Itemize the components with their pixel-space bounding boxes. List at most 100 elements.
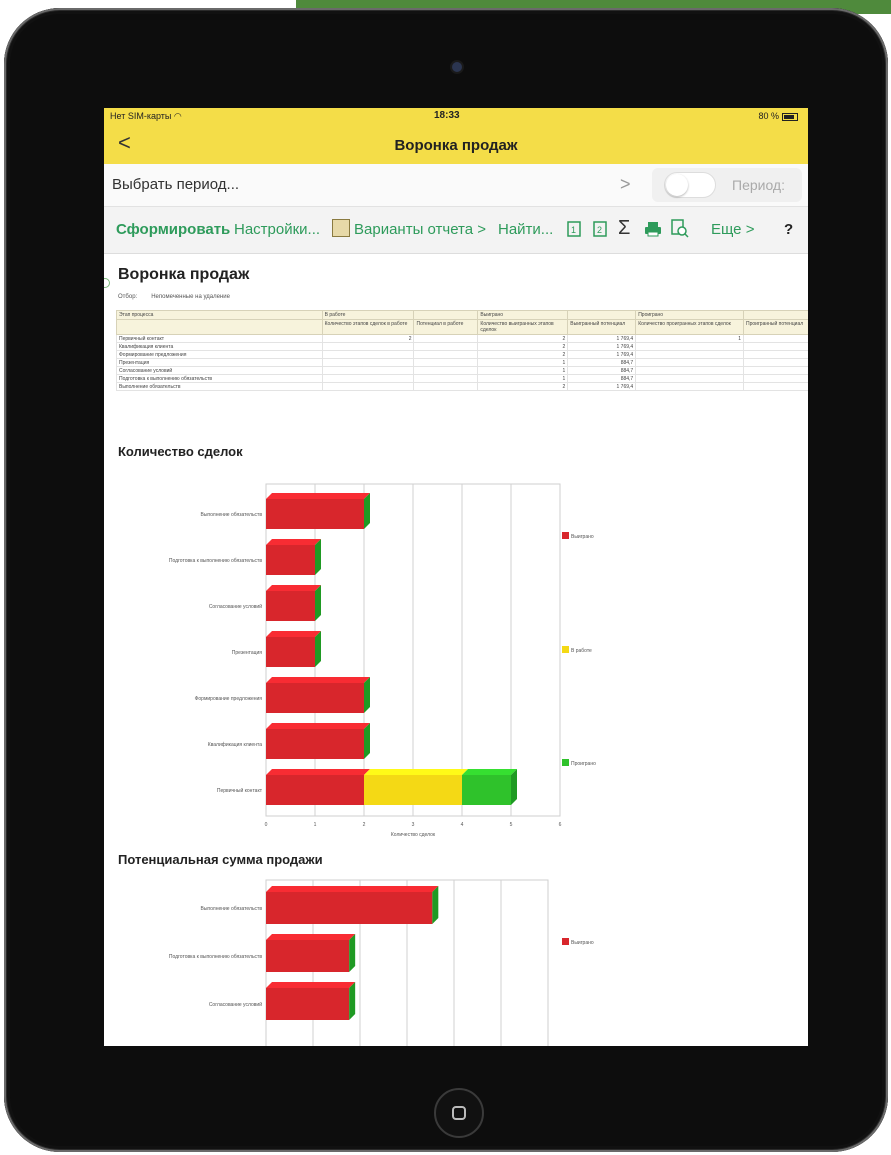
chevron-right-icon[interactable]: > bbox=[620, 174, 631, 195]
x-tick-label: 0 bbox=[265, 822, 268, 828]
bar bbox=[266, 988, 350, 1020]
bar bbox=[462, 775, 511, 805]
category-label: Квалификация клиента bbox=[208, 742, 262, 748]
category-label: Выполнение обязательств bbox=[200, 512, 262, 518]
legend-swatch bbox=[562, 938, 569, 945]
table-cell: 1 769,4 bbox=[567, 350, 637, 359]
table-cell: Подготовка к выполнению обязательств bbox=[116, 374, 323, 383]
settings-button[interactable]: Настройки... bbox=[234, 221, 320, 238]
table-cell bbox=[635, 382, 745, 391]
table-row[interactable]: Согласование условий 1 884,7 bbox=[116, 366, 808, 375]
x-axis-label: Количество сделок bbox=[391, 832, 436, 838]
table-header-row: Этап процесса В работе Выиграно Проигран… bbox=[116, 310, 808, 320]
category-label: Подготовка к выполнению обязательств bbox=[169, 954, 262, 960]
preview-icon[interactable] bbox=[670, 218, 690, 238]
wifi-icon: ◠ bbox=[173, 111, 182, 121]
toggle-knob bbox=[666, 174, 688, 196]
table-cell bbox=[321, 366, 415, 375]
bar-top bbox=[266, 631, 321, 637]
table-cell: 1 bbox=[477, 366, 569, 375]
bar-side bbox=[364, 677, 370, 713]
table-header-cell bbox=[743, 310, 808, 320]
screen: Нет SIM-карты ◠ 18:33 80 % < Воронка про… bbox=[104, 108, 808, 1046]
table-row[interactable]: Презентация 1 884,7 bbox=[116, 358, 808, 367]
period-toggle[interactable] bbox=[664, 172, 716, 198]
table-cell bbox=[743, 334, 808, 343]
category-label: Первичный контакт bbox=[217, 787, 263, 794]
group-collapse-icon[interactable]: 2 bbox=[592, 219, 612, 239]
bar bbox=[266, 729, 364, 759]
bar-side bbox=[364, 493, 370, 529]
table-header-cell: Проиграно bbox=[635, 310, 745, 320]
table-cell: 2 bbox=[477, 382, 569, 391]
bar bbox=[266, 940, 350, 972]
table-row[interactable]: Первичный контакт 2 2 1 769,4 1 bbox=[116, 334, 808, 343]
bar bbox=[266, 892, 433, 924]
table-header-cell: Проигранный потенциал bbox=[743, 319, 808, 335]
bar-top bbox=[266, 539, 321, 545]
table-cell: 1 769,4 bbox=[567, 334, 637, 343]
table-row[interactable]: Квалификация клиента 2 1 769,4 bbox=[116, 342, 808, 351]
filter-value: Непомеченные на удаление bbox=[151, 294, 230, 300]
bar-top bbox=[266, 585, 321, 591]
x-tick-label: 3 bbox=[412, 822, 415, 828]
table-cell bbox=[743, 342, 808, 351]
bar-side bbox=[349, 982, 356, 1020]
report-body: Воронка продаж Отбор: Непомеченные на уда… bbox=[104, 254, 808, 1046]
bar-top bbox=[266, 769, 370, 775]
table-cell: 1 bbox=[477, 374, 569, 383]
legend-label: Выиграно bbox=[571, 534, 594, 540]
group-marker-icon[interactable] bbox=[104, 278, 110, 288]
table-row[interactable]: Подготовка к выполнению обязательств 1 884… bbox=[116, 374, 808, 383]
table-cell bbox=[413, 350, 479, 359]
home-button[interactable] bbox=[434, 1088, 484, 1138]
carrier-label: Нет SIM-карты ◠ bbox=[110, 111, 182, 121]
bar-side bbox=[364, 723, 370, 759]
table-cell bbox=[321, 342, 415, 351]
filter-label: Отбор: bbox=[118, 294, 138, 300]
chart-title-potential: Потенциальная сумма продажи bbox=[118, 852, 323, 867]
bar-side bbox=[315, 539, 321, 575]
print-icon[interactable] bbox=[644, 220, 664, 238]
table-subheader-row: Количество этапов сделок в работе Потенц… bbox=[116, 319, 808, 335]
report-toolbar: Сформировать Настройки... Варианты отчет… bbox=[104, 207, 808, 254]
table-cell bbox=[413, 382, 479, 391]
help-button[interactable]: ? bbox=[784, 221, 793, 238]
bar-side bbox=[315, 631, 321, 667]
report-variants-icon bbox=[332, 219, 350, 237]
legend-label: Выиграно bbox=[571, 940, 594, 946]
table-cell bbox=[413, 342, 479, 351]
table-cell bbox=[635, 374, 745, 383]
table-row[interactable]: Выполнение обязательств 2 1 769,4 bbox=[116, 382, 808, 391]
generate-button[interactable]: Сформировать bbox=[116, 221, 230, 238]
legend-label: В работе bbox=[571, 648, 592, 654]
table-cell: 884,7 bbox=[567, 366, 637, 375]
table-row[interactable]: Формирование предложения 2 1 769,4 bbox=[116, 350, 808, 359]
table-cell: 884,7 bbox=[567, 374, 637, 383]
sum-icon[interactable]: Σ bbox=[618, 217, 630, 240]
category-label: Согласование условий bbox=[209, 1001, 262, 1008]
table-cell bbox=[743, 358, 808, 367]
nav-bar: < Воронка продаж bbox=[104, 124, 808, 164]
bar-top bbox=[266, 982, 356, 988]
find-button[interactable]: Найти... bbox=[498, 221, 553, 238]
report-variants-button[interactable]: Варианты отчета > bbox=[354, 221, 486, 238]
bar bbox=[364, 775, 462, 805]
more-button[interactable]: Еще > bbox=[711, 221, 754, 238]
bar-top bbox=[364, 769, 468, 775]
table-cell bbox=[635, 358, 745, 367]
table-cell bbox=[413, 374, 479, 383]
bar bbox=[266, 637, 315, 667]
table-cell bbox=[743, 382, 808, 391]
period-select[interactable]: Выбрать период... bbox=[112, 176, 239, 193]
table-header-cell bbox=[116, 319, 323, 335]
status-time: 18:33 bbox=[434, 110, 460, 121]
table-cell: Первичный контакт bbox=[116, 334, 323, 343]
bar-top bbox=[266, 677, 370, 683]
group-expand-icon[interactable]: 1 bbox=[566, 219, 586, 239]
bar-side bbox=[349, 934, 356, 972]
report-filter: Отбор: Непомеченные на удаление bbox=[118, 294, 230, 300]
table-cell bbox=[635, 342, 745, 351]
table-cell bbox=[321, 350, 415, 359]
table-cell bbox=[321, 374, 415, 383]
